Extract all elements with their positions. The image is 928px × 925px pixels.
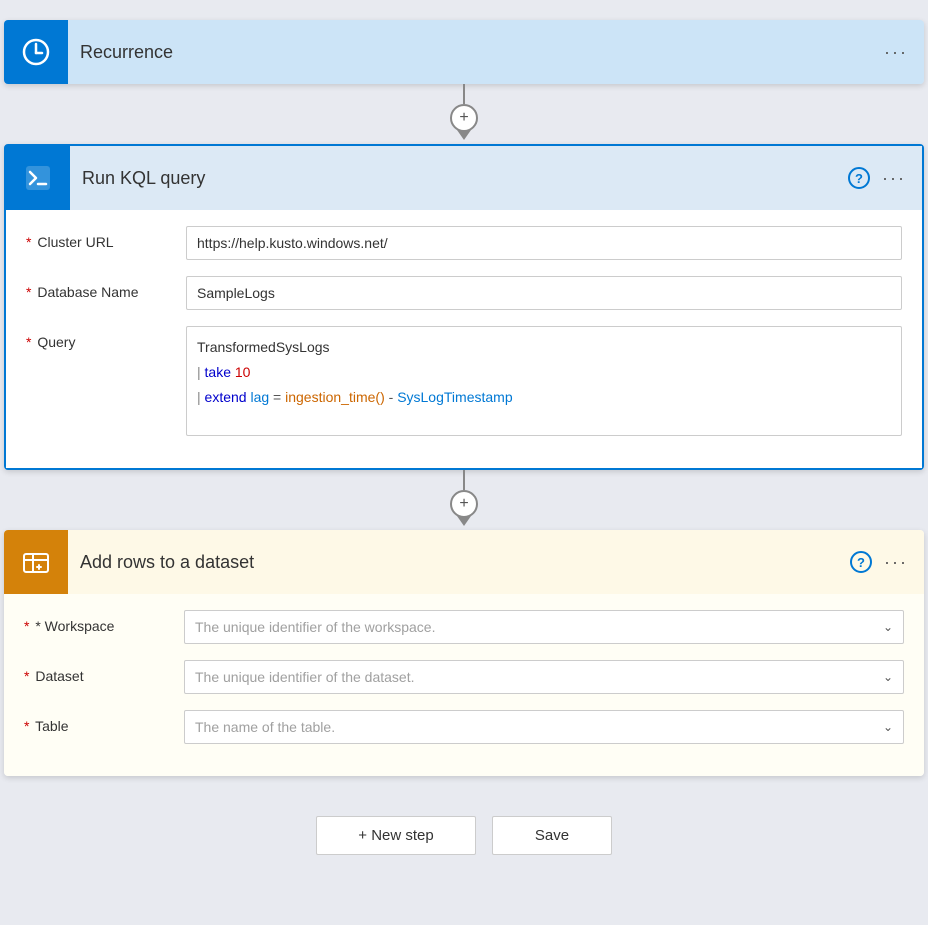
kql-icon-container <box>6 146 70 210</box>
recurrence-actions: ··· <box>884 42 924 63</box>
recurrence-header: Recurrence ··· <box>4 20 924 84</box>
workspace-chevron-icon: ⌄ <box>883 620 893 634</box>
dataset-label: * Dataset <box>24 660 184 684</box>
connector-1: + <box>450 84 478 144</box>
kql-title: Run KQL query <box>70 168 848 189</box>
dataset-chevron-icon: ⌄ <box>883 670 893 684</box>
addrows-actions: ? ··· <box>850 551 924 573</box>
database-name-input[interactable] <box>186 276 902 310</box>
save-button[interactable]: Save <box>492 816 612 855</box>
database-name-label: * Database Name <box>26 276 186 300</box>
recurrence-card: Recurrence ··· <box>4 20 924 84</box>
workspace-label: * * Workspace <box>24 610 184 634</box>
query-label: * Query <box>26 326 186 350</box>
cluster-url-label: * Cluster URL <box>26 226 186 250</box>
addrows-icon <box>20 546 52 578</box>
addrows-title: Add rows to a dataset <box>68 552 850 573</box>
dataset-select[interactable]: The unique identifier of the dataset. ⌄ <box>184 660 904 694</box>
add-step-button-1[interactable]: + <box>450 104 478 132</box>
recurrence-more-button[interactable]: ··· <box>884 42 908 63</box>
add-step-button-2[interactable]: + <box>450 490 478 518</box>
addrows-header: Add rows to a dataset ? ··· <box>4 530 924 594</box>
kql-actions: ? ··· <box>848 167 922 189</box>
table-chevron-icon: ⌄ <box>883 720 893 734</box>
table-label: * Table <box>24 710 184 734</box>
cluster-url-input[interactable] <box>186 226 902 260</box>
new-step-button[interactable]: + New step <box>316 816 476 855</box>
recurrence-icon-container <box>4 20 68 84</box>
kql-body: * Cluster URL * Database Name * Query <box>6 210 922 468</box>
query-row: * Query TransformedSysLogs | take 10 | e… <box>26 326 902 436</box>
workspace-row: * * Workspace The unique identifier of t… <box>24 610 904 644</box>
connector-line-1 <box>463 84 465 104</box>
clock-icon <box>20 36 52 68</box>
kql-icon <box>22 162 54 194</box>
query-line-1: TransformedSysLogs <box>197 335 891 360</box>
addrows-card: Add rows to a dataset ? ··· * * Workspac… <box>4 530 924 776</box>
table-row: * Table The name of the table. ⌄ <box>24 710 904 744</box>
kql-header: Run KQL query ? ··· <box>6 146 922 210</box>
database-name-row: * Database Name <box>26 276 902 310</box>
kql-help-button[interactable]: ? <box>848 167 870 189</box>
query-line-2: | take 10 <box>197 360 891 385</box>
flow-container: Recurrence ··· + Run KQL query ? <box>4 20 924 855</box>
workspace-select[interactable]: The unique identifier of the workspace. … <box>184 610 904 644</box>
workspace-placeholder: The unique identifier of the workspace. <box>195 619 435 635</box>
table-select[interactable]: The name of the table. ⌄ <box>184 710 904 744</box>
addrows-help-button[interactable]: ? <box>850 551 872 573</box>
dataset-placeholder: The unique identifier of the dataset. <box>195 669 414 685</box>
kql-more-button[interactable]: ··· <box>882 168 906 189</box>
cluster-url-row: * Cluster URL <box>26 226 902 260</box>
addrows-body: * * Workspace The unique identifier of t… <box>4 594 924 776</box>
table-placeholder: The name of the table. <box>195 719 335 735</box>
connector-line-2 <box>463 470 465 490</box>
dataset-row: * Dataset The unique identifier of the d… <box>24 660 904 694</box>
connector-2: + <box>450 470 478 530</box>
addrows-more-button[interactable]: ··· <box>884 552 908 573</box>
bottom-actions: + New step Save <box>316 816 612 855</box>
query-input[interactable]: TransformedSysLogs | take 10 | extend la… <box>186 326 902 436</box>
addrows-icon-container <box>4 530 68 594</box>
query-line-3: | extend lag = ingestion_time() - SysLog… <box>197 385 891 410</box>
recurrence-title: Recurrence <box>68 42 884 63</box>
kql-card: Run KQL query ? ··· * Cluster URL * <box>4 144 924 470</box>
